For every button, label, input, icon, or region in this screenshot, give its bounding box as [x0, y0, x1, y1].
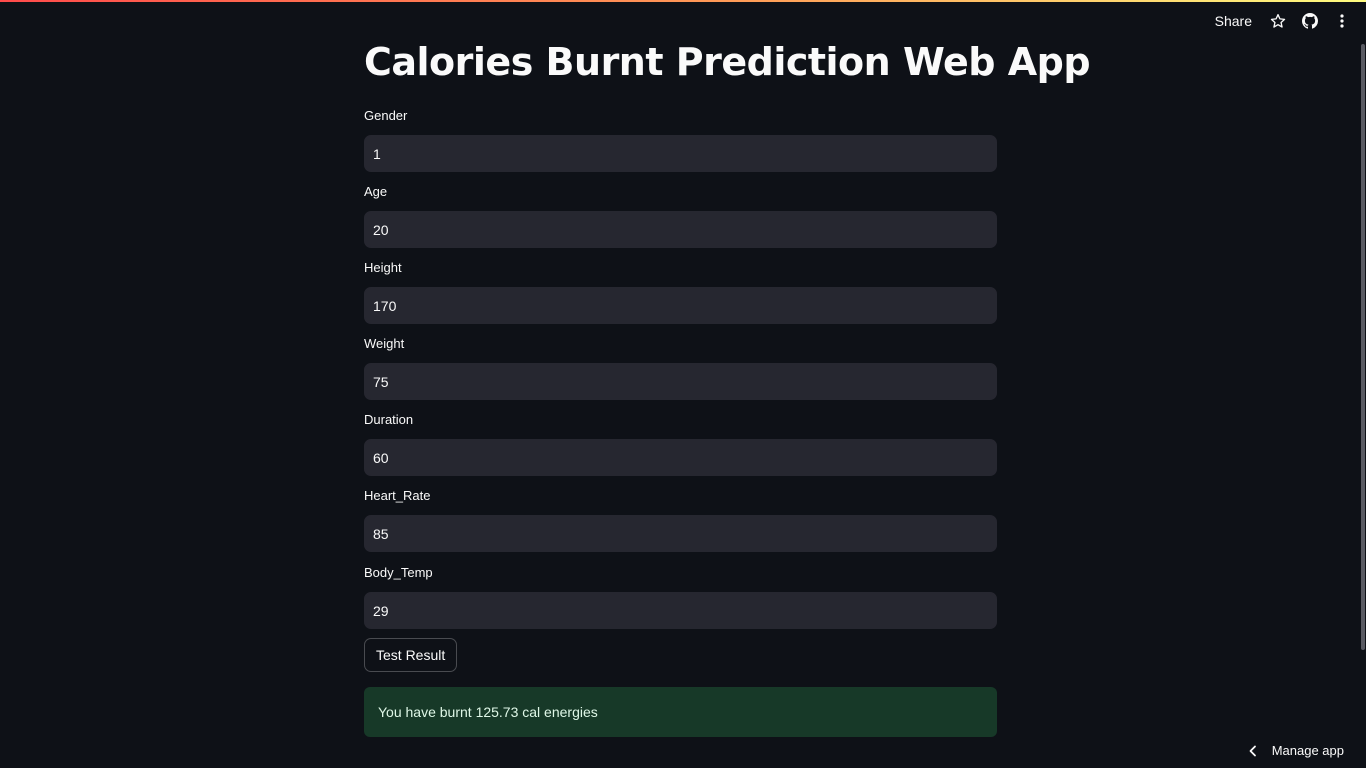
age-input[interactable]	[364, 211, 997, 248]
duration-input[interactable]	[364, 439, 997, 476]
height-input[interactable]	[364, 287, 997, 324]
header-toolbar: Share	[1205, 8, 1358, 34]
weight-label: Weight	[364, 336, 405, 351]
heart-rate-label: Heart_Rate	[364, 488, 431, 503]
age-label: Age	[364, 184, 388, 199]
more-vertical-icon[interactable]	[1326, 8, 1358, 34]
scrollbar[interactable]	[1360, 44, 1366, 650]
body-temp-label: Body_Temp	[364, 565, 433, 580]
top-decoration-bar	[0, 0, 1366, 2]
result-text: You have burnt 125.73 cal energies	[378, 704, 598, 720]
heart-rate-field-group: Heart_Rate	[364, 486, 997, 552]
page-title: Calories Burnt Prediction Web App	[364, 40, 1091, 84]
result-success-alert: You have burnt 125.73 cal energies	[364, 687, 997, 737]
heart-rate-input[interactable]	[364, 515, 997, 552]
test-result-button[interactable]: Test Result	[364, 638, 458, 672]
gender-field-group: Gender	[364, 106, 997, 172]
scrollbar-thumb[interactable]	[1361, 44, 1365, 650]
age-field-group: Age	[364, 182, 997, 248]
manage-app-label: Manage app	[1271, 743, 1344, 758]
body-temp-input[interactable]	[364, 592, 997, 629]
star-icon[interactable]	[1262, 8, 1294, 34]
gender-input[interactable]	[364, 135, 997, 172]
manage-app-button[interactable]: Manage app	[1248, 743, 1344, 758]
gender-label: Gender	[364, 108, 408, 123]
weight-field-group: Weight	[364, 334, 997, 400]
duration-field-group: Duration	[364, 410, 997, 476]
share-button[interactable]: Share	[1205, 13, 1262, 29]
weight-input[interactable]	[364, 363, 997, 400]
github-icon[interactable]	[1294, 8, 1326, 34]
height-label: Height	[364, 260, 402, 275]
duration-label: Duration	[364, 412, 414, 427]
body-temp-field-group: Body_Temp	[364, 563, 997, 629]
chevron-left-icon	[1248, 745, 1258, 757]
height-field-group: Height	[364, 258, 997, 324]
